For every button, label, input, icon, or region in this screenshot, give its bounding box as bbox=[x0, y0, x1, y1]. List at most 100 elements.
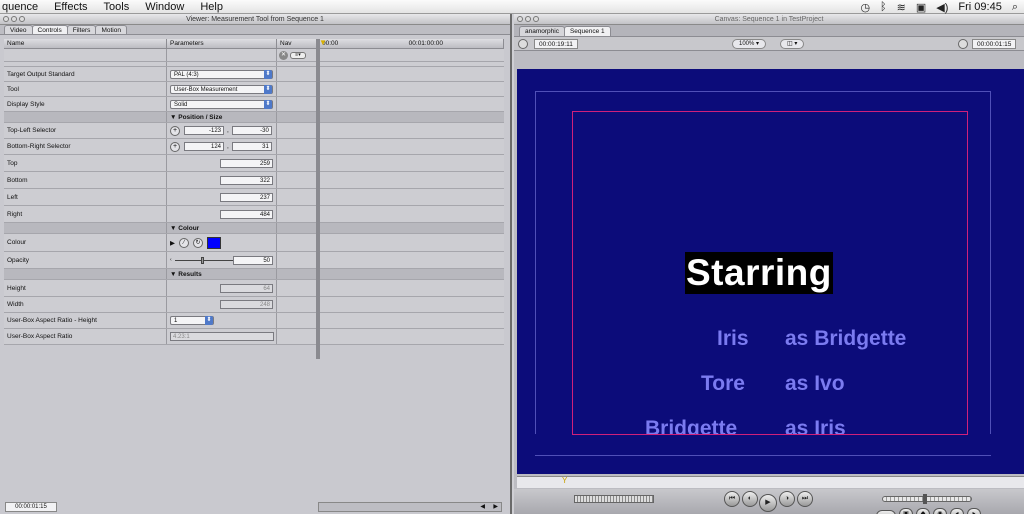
viewer-playhead-bar[interactable] bbox=[316, 39, 320, 359]
aspect-height-select[interactable]: 1 bbox=[170, 316, 214, 325]
menu-help[interactable]: Help bbox=[192, 0, 231, 14]
section-colour[interactable]: ▼ Colour bbox=[4, 223, 504, 234]
label-top: Top bbox=[4, 155, 167, 171]
bottom-right-x-field[interactable]: 124 bbox=[184, 142, 224, 151]
view-select[interactable]: ◫ ▾ bbox=[780, 39, 805, 49]
slider-left-arrow-icon[interactable]: ‹ bbox=[170, 257, 172, 263]
tab-sequence-1[interactable]: Sequence 1 bbox=[563, 26, 611, 36]
disclosure-triangle-icon[interactable]: ▼ bbox=[170, 114, 176, 121]
canvas-current-timecode[interactable]: 00:00:01:15 bbox=[972, 39, 1017, 49]
wifi-icon[interactable]: ≋ bbox=[897, 1, 906, 14]
playhead-marker-icon[interactable]: ▼ bbox=[319, 38, 327, 47]
tab-video[interactable]: Video bbox=[4, 25, 33, 34]
mark-out-icon[interactable]: ▸ bbox=[967, 508, 981, 514]
expand-triangle-icon[interactable]: ▶ bbox=[170, 239, 175, 247]
viewer-titlebar[interactable]: Viewer: Measurement Tool from Sequence 1 bbox=[0, 14, 510, 25]
colour-swatch[interactable] bbox=[207, 236, 221, 249]
close-window-button[interactable] bbox=[517, 16, 523, 22]
canvas-toolbar: 00:00:19:11 100% ▾ ◫ ▾ 00:00:01:15 bbox=[514, 37, 1024, 51]
bottom-field[interactable]: 322 bbox=[220, 175, 273, 185]
play-around-icon[interactable]: ◑ bbox=[779, 491, 795, 507]
row-opacity: Opacity ‹ › 50 bbox=[4, 252, 504, 269]
go-to-previous-edit-icon[interactable]: ⏮ bbox=[724, 491, 740, 507]
close-window-button[interactable] bbox=[3, 16, 9, 22]
canvas-duration-timecode[interactable]: 00:00:19:11 bbox=[534, 39, 578, 49]
right-field[interactable]: 484 bbox=[220, 209, 273, 219]
menu-sequence[interactable]: quence bbox=[0, 0, 46, 14]
jog-knob[interactable] bbox=[923, 494, 927, 504]
column-parameters[interactable]: Parameters bbox=[167, 39, 277, 48]
time-machine-icon[interactable]: ◷ bbox=[860, 1, 870, 14]
bluetooth-icon[interactable]: ᛒ bbox=[880, 1, 887, 13]
credit-actor-2: Tore bbox=[701, 372, 745, 395]
add-marker-icon[interactable]: ◉ bbox=[933, 508, 947, 514]
opacity-slider-knob[interactable] bbox=[200, 256, 204, 264]
spotlight-search-icon[interactable]: ⌕ bbox=[1012, 1, 1018, 14]
transport-controls: ⏮ ◐ ▶ ◑ ⏭ ⏸⏸ ▣ ◆ ◉ ◂ ▸ bbox=[514, 489, 1024, 514]
tab-filters[interactable]: Filters bbox=[66, 25, 97, 34]
menu-tools[interactable]: Tools bbox=[96, 0, 138, 14]
top-field[interactable]: 259 bbox=[220, 158, 273, 168]
tool-select[interactable]: User-Box Measurement bbox=[170, 84, 273, 94]
label-right: Right bbox=[4, 206, 167, 222]
keyframe-menu-icon[interactable]: ≡▾ bbox=[290, 51, 306, 59]
display-style-select[interactable]: Solid bbox=[170, 99, 273, 109]
viewer-timeline-scrollbar[interactable]: ◀ ▶ bbox=[318, 502, 502, 512]
scroll-right-arrow-icon[interactable]: ▶ bbox=[493, 503, 498, 511]
menubar-status: ◷ ᛒ ≋ ▣ ◀) Fri 09:45 ⌕ bbox=[860, 0, 1018, 14]
play-icon[interactable]: ▶ bbox=[759, 494, 777, 512]
minimize-window-button[interactable] bbox=[525, 16, 531, 22]
mark-in-icon[interactable]: ◂ bbox=[950, 508, 964, 514]
zoom-window-button[interactable] bbox=[533, 16, 539, 22]
mark-clip-icon[interactable]: ▣ bbox=[899, 508, 913, 514]
duration-dial-icon[interactable] bbox=[518, 39, 528, 49]
section-results[interactable]: ▼ Results bbox=[4, 269, 504, 280]
crosshair-icon[interactable]: + bbox=[170, 141, 180, 152]
playhead-marker-icon[interactable]: Y bbox=[562, 477, 567, 485]
credit-role-2: as Ivo bbox=[785, 372, 845, 395]
left-field[interactable]: 237 bbox=[220, 192, 273, 202]
zoom-select[interactable]: 100% ▾ bbox=[732, 39, 767, 49]
canvas-video-frame[interactable]: Starring Iris as Bridgette Tore as Ivo B… bbox=[517, 69, 1024, 474]
tab-controls[interactable]: Controls bbox=[31, 25, 68, 34]
match-frame-icon[interactable]: ⏸⏸ bbox=[876, 510, 896, 514]
row-top-left: Top-Left Selector + -123, -30 bbox=[4, 123, 504, 139]
minimize-window-button[interactable] bbox=[11, 16, 17, 22]
column-name[interactable]: Name bbox=[4, 39, 167, 48]
display-icon[interactable]: ▣ bbox=[916, 1, 926, 14]
timecode-dial-icon[interactable] bbox=[958, 39, 968, 49]
top-left-x-field[interactable]: -123 bbox=[184, 126, 224, 135]
shuttle-control[interactable] bbox=[574, 495, 654, 503]
jog-control[interactable] bbox=[882, 494, 972, 504]
viewer-title: Viewer: Measurement Tool from Sequence 1 bbox=[186, 16, 324, 23]
tab-anamorphic[interactable]: anamorphic bbox=[519, 26, 565, 36]
canvas-titlebar[interactable]: Canvas: Sequence 1 in TestProject bbox=[514, 14, 1024, 25]
section-position-size[interactable]: ▼ Position / Size bbox=[4, 112, 504, 123]
opacity-field[interactable]: 50 bbox=[233, 255, 273, 265]
volume-icon[interactable]: ◀) bbox=[936, 1, 948, 14]
disclosure-triangle-icon[interactable]: ▼ bbox=[170, 271, 176, 278]
disclosure-triangle-icon[interactable]: ▼ bbox=[170, 225, 176, 232]
menu-effects[interactable]: Effects bbox=[46, 0, 95, 14]
reset-icon[interactable]: ✕ bbox=[279, 50, 288, 60]
opacity-slider[interactable] bbox=[174, 256, 235, 264]
scroll-left-arrow-icon[interactable]: ◀ bbox=[480, 503, 485, 511]
hue-direction-icon[interactable]: ↻ bbox=[193, 237, 203, 248]
go-to-next-edit-icon[interactable]: ⏭ bbox=[797, 491, 813, 507]
eyedropper-icon[interactable]: ⁄ bbox=[179, 237, 189, 248]
menubar-clock[interactable]: Fri 09:45 bbox=[958, 1, 1001, 13]
play-in-to-out-icon[interactable]: ◐ bbox=[742, 491, 758, 507]
viewer-current-timecode[interactable]: 00:00:01:15 bbox=[5, 502, 57, 512]
crosshair-icon[interactable]: + bbox=[170, 125, 180, 136]
menu-window[interactable]: Window bbox=[137, 0, 192, 14]
canvas-tabs: anamorphic Sequence 1 bbox=[514, 25, 1024, 37]
column-nav[interactable]: Nav bbox=[277, 39, 319, 48]
canvas-scrubber-bar[interactable]: Y bbox=[517, 476, 1024, 488]
add-keyframe-icon[interactable]: ◆ bbox=[916, 508, 930, 514]
top-left-y-field[interactable]: -30 bbox=[231, 126, 272, 135]
tab-motion[interactable]: Motion bbox=[95, 25, 127, 34]
safe-guide-bottom-edge bbox=[535, 455, 991, 456]
target-output-select[interactable]: PAL (4:3) bbox=[170, 69, 273, 79]
bottom-right-y-field[interactable]: 31 bbox=[231, 142, 272, 151]
zoom-window-button[interactable] bbox=[19, 16, 25, 22]
